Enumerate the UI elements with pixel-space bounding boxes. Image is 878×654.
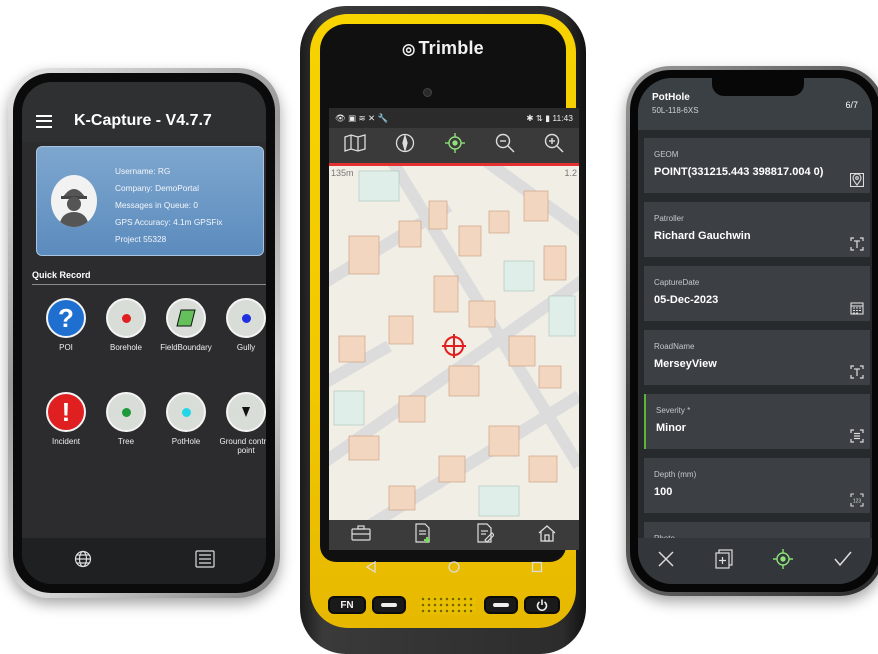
app-title: K-Capture - V4.7.7	[74, 112, 212, 129]
minus-key-right[interactable]	[484, 596, 518, 614]
pin-icon	[226, 392, 266, 432]
quick-record-incident[interactable]: ! Incident	[36, 392, 96, 446]
power-icon	[536, 599, 548, 611]
product-showcase: K-Capture - V4.7.7 Username: RG Company:…	[0, 0, 878, 654]
quick-record-poi[interactable]: ? POI	[36, 298, 96, 352]
briefcase-icon[interactable]	[351, 524, 371, 546]
close-icon[interactable]	[658, 551, 674, 572]
map-scale-right: 1.2	[564, 168, 577, 178]
map-scale-left: 135m	[331, 168, 354, 178]
hardware-keys: FN	[328, 594, 560, 624]
red-dot-icon	[106, 298, 146, 338]
app-bar: K-Capture - V4.7.7	[22, 82, 266, 142]
company-text: Company: DemoPortal	[115, 183, 199, 193]
queue-text: Messages in Queue: 0	[115, 200, 199, 210]
speaker-grille	[420, 596, 476, 614]
username-text: Username: RG	[115, 166, 171, 176]
quick-record-heading: Quick Record	[32, 270, 91, 280]
gps-target-icon[interactable]	[773, 548, 794, 574]
field-geom[interactable]: GEOM POINT(331215.443 398817.004 0)	[644, 138, 870, 193]
field-capturedate[interactable]: CaptureDate 05-Dec-2023	[644, 266, 870, 321]
text-field-icon[interactable]	[850, 237, 864, 251]
form-screen: PotHole 50L-118-6XS 6/7 GEOM POINT(33121…	[638, 78, 872, 584]
home-icon[interactable]	[537, 524, 557, 547]
polygon-icon	[166, 298, 206, 338]
compass-icon[interactable]	[395, 133, 415, 158]
location-pin-icon[interactable]	[850, 173, 864, 187]
trimble-globe-icon: ◎	[402, 41, 416, 58]
app-bottom-bar	[329, 520, 579, 550]
trimble-handheld: ◎ Trimble 👁 ▣ ≋ ✕ 🔧 ✱ ⇅ ▮ 11:43 135m 1.2…	[300, 6, 586, 654]
crosshair-icon	[442, 334, 466, 358]
check-icon[interactable]	[834, 551, 852, 572]
quick-record-fieldboundary[interactable]: FieldBoundary	[156, 298, 216, 352]
camera-lens	[423, 88, 432, 97]
new-form-icon[interactable]	[414, 522, 432, 548]
fn-key[interactable]: FN	[328, 596, 366, 614]
field-depth[interactable]: Depth (mm) 100 123	[644, 458, 870, 513]
power-key[interactable]	[524, 596, 560, 614]
worker-avatar-icon	[51, 175, 97, 227]
field-patroller[interactable]: Patroller Richard Gauchwin	[644, 202, 870, 257]
device-face: ◎ Trimble 👁 ▣ ≋ ✕ 🔧 ✱ ⇅ ▮ 11:43 135m 1.2	[320, 24, 579, 562]
k-capture-screen: K-Capture - V4.7.7 Username: RG Company:…	[22, 82, 266, 584]
exclamation-icon: !	[46, 392, 86, 432]
minus-key-left[interactable]	[372, 596, 406, 614]
trimble-logo: ◎ Trimble	[402, 38, 484, 58]
field-roadname[interactable]: RoadName MerseyView	[644, 330, 870, 385]
zoom-out-icon[interactable]	[495, 133, 515, 158]
divider	[32, 284, 266, 285]
quick-record-pothole[interactable]: PotHole	[156, 392, 216, 446]
map-app-screen: 👁 ▣ ≋ ✕ 🔧 ✱ ⇅ ▮ 11:43 135m 1.2	[329, 108, 579, 550]
number-field-icon[interactable]: 123	[850, 493, 864, 507]
project-text: Project 55328	[115, 234, 167, 244]
recents-icon[interactable]	[531, 560, 543, 578]
cyan-dot-icon	[166, 392, 206, 432]
green-dot-icon	[106, 392, 146, 432]
zoom-in-icon[interactable]	[544, 133, 564, 158]
blue-dot-icon	[226, 298, 266, 338]
form-id: 50L-118-6XS	[652, 106, 699, 115]
question-icon: ?	[46, 298, 86, 338]
calendar-icon[interactable]	[850, 301, 864, 315]
copy-form-icon[interactable]	[715, 548, 733, 574]
quick-record-borehole[interactable]: Borehole	[96, 298, 156, 352]
status-time: 11:43	[552, 112, 573, 123]
quick-record-gully[interactable]: Gully	[216, 298, 266, 352]
page-indicator: 6/7	[845, 100, 858, 110]
field-severity[interactable]: Severity * Minor	[644, 394, 870, 449]
street-map[interactable]: 135m 1.2	[329, 166, 579, 522]
gps-accuracy-text: GPS Accuracy: 4.1m GPSFix	[115, 217, 223, 227]
form-action-bar	[638, 538, 872, 584]
hamburger-menu-icon[interactable]	[36, 114, 52, 128]
status-icons-right: ✱ ⇅ ▮	[526, 112, 553, 123]
bottom-nav	[22, 538, 266, 584]
gps-locate-icon[interactable]	[444, 133, 465, 158]
form-title: PotHole	[652, 92, 690, 103]
back-icon[interactable]	[365, 560, 377, 578]
map-layers-icon[interactable]	[344, 134, 366, 157]
svg-text:123: 123	[853, 499, 862, 505]
globe-icon[interactable]	[74, 550, 92, 573]
home-circle-icon[interactable]	[448, 560, 460, 578]
left-phone: K-Capture - V4.7.7 Username: RG Company:…	[8, 68, 280, 598]
phone-notch	[712, 78, 804, 96]
quick-record-ground-control-point[interactable]: Ground control point	[216, 392, 266, 455]
edit-form-icon[interactable]	[476, 522, 495, 548]
status-bar: 👁 ▣ ≋ ✕ 🔧 ✱ ⇅ ▮ 11:43	[329, 108, 579, 128]
list-select-icon[interactable]	[850, 429, 864, 443]
right-phone: PotHole 50L-118-6XS 6/7 GEOM POINT(33121…	[626, 66, 878, 596]
map-toolbar	[329, 128, 579, 166]
quick-record-tree[interactable]: Tree	[96, 392, 156, 446]
list-icon[interactable]	[194, 549, 215, 573]
user-info-card: Username: RG Company: DemoPortal Message…	[36, 146, 264, 256]
status-icons-left: 👁 ▣ ≋ ✕ 🔧	[335, 112, 389, 123]
text-field-icon[interactable]	[850, 365, 864, 379]
system-nav-bar	[329, 556, 579, 582]
